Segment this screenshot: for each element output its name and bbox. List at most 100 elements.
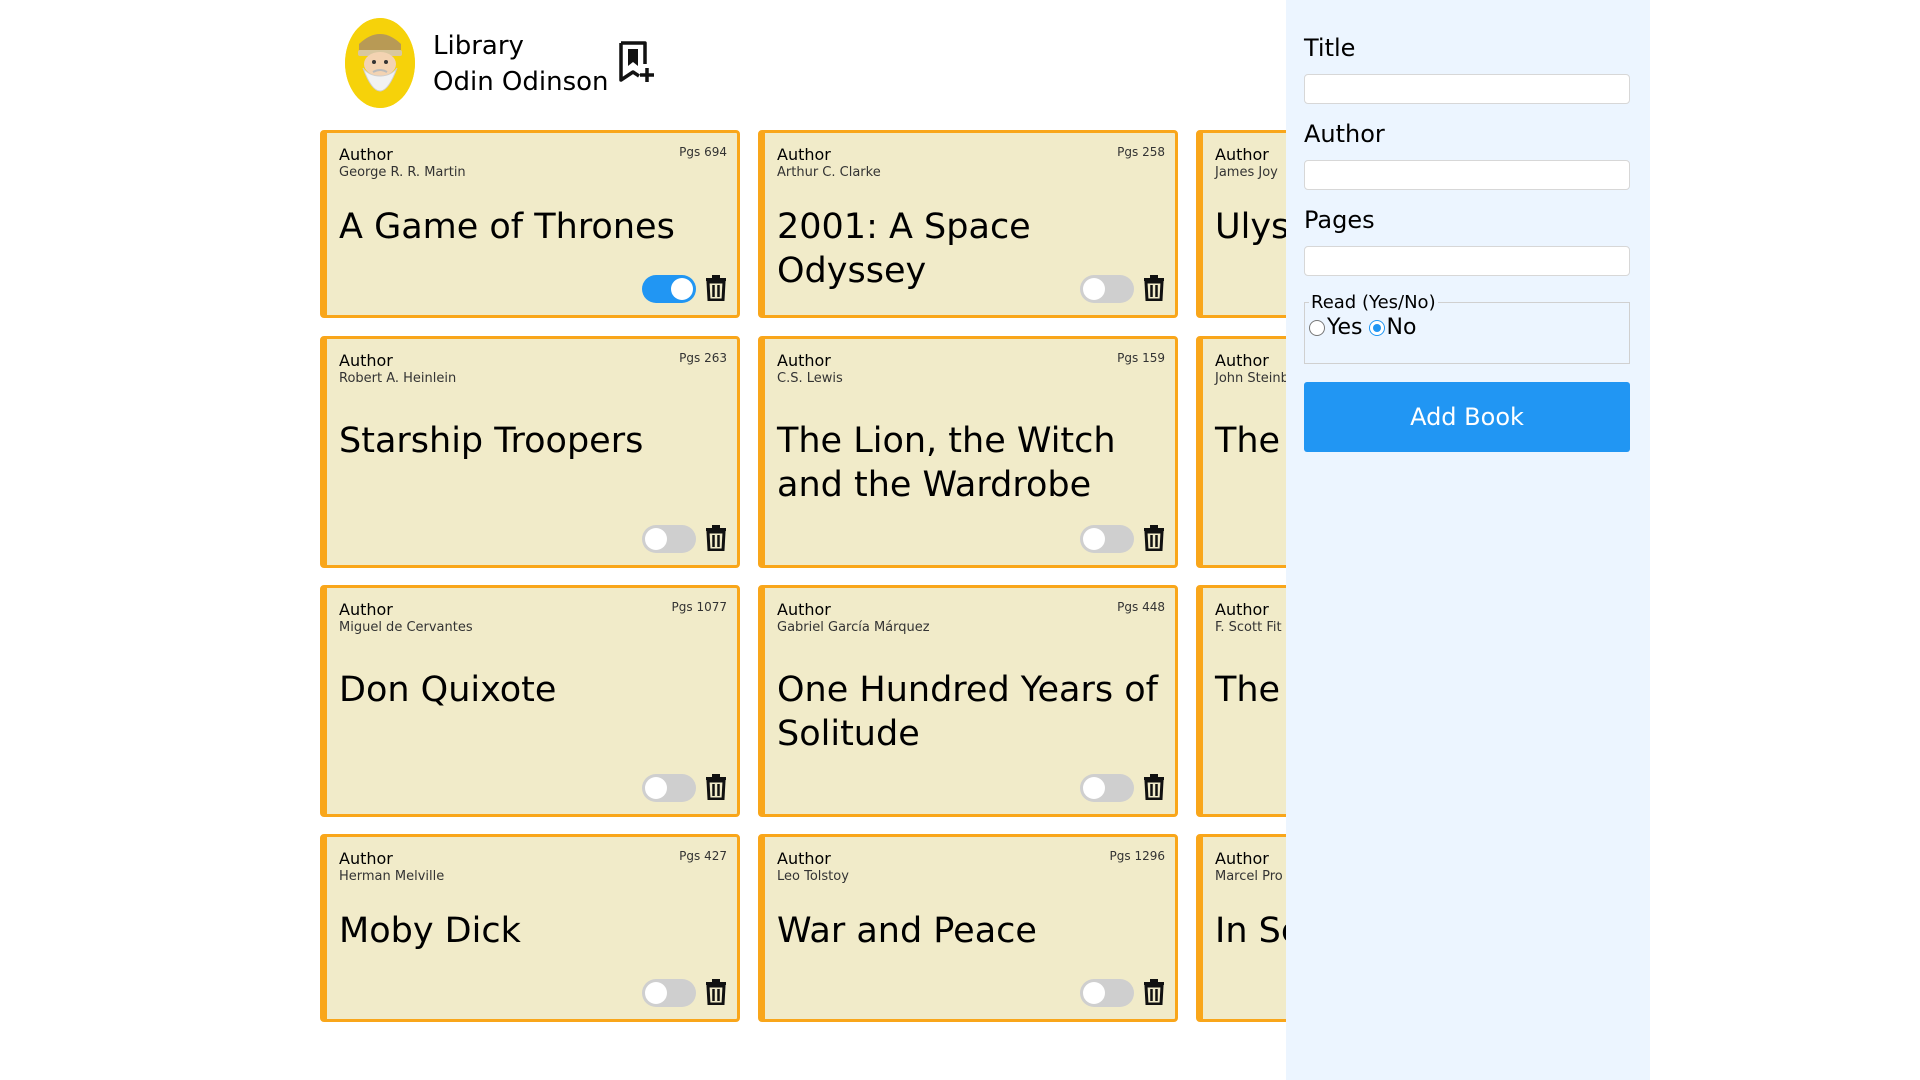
- book-card: Author John Steinb The: [1196, 336, 1286, 568]
- read-toggle[interactable]: [1080, 525, 1134, 553]
- book-title: Starship Troopers: [339, 421, 644, 461]
- author-name: Marcel Pro: [1215, 869, 1283, 884]
- page-count: Pgs 258: [1117, 145, 1165, 159]
- pages-input[interactable]: [1304, 246, 1630, 276]
- author-label: Author: [777, 351, 831, 370]
- book-card: Author F. Scott Fit The: [1196, 585, 1286, 817]
- book-grid: Author George R. R. Martin Pgs 694 A Game o…: [0, 0, 1286, 1080]
- read-legend: Read (Yes/No): [1311, 292, 1436, 313]
- read-no-label[interactable]: No: [1387, 315, 1417, 340]
- add-book-button[interactable]: Add Book: [1304, 382, 1630, 452]
- author-name: George R. R. Martin: [339, 165, 466, 180]
- toggle-knob: [1083, 982, 1105, 1004]
- delete-button[interactable]: [1143, 275, 1165, 302]
- trash-icon: [706, 774, 726, 801]
- trash-icon: [1144, 275, 1164, 302]
- delete-button[interactable]: [705, 525, 727, 552]
- page-count: Pgs 427: [679, 849, 727, 863]
- book-card: Author C.S. Lewis Pgs 159 The Lion, the Wit…: [758, 336, 1178, 568]
- book-title: In Se: [1215, 911, 1286, 951]
- read-fieldset: Read (Yes/No) Yes No: [1304, 292, 1630, 364]
- trash-icon: [706, 979, 726, 1006]
- read-no-radio[interactable]: [1368, 319, 1385, 336]
- author-label: Author: [777, 849, 831, 868]
- page-count: Pgs 263: [679, 351, 727, 365]
- book-card: Author George R. R. Martin Pgs 694 A Game o…: [320, 130, 740, 318]
- page-count: Pgs 1077: [671, 600, 727, 614]
- page-count: Pgs 1296: [1109, 849, 1165, 863]
- author-label: Author: [339, 600, 393, 619]
- trash-icon: [1144, 525, 1164, 552]
- delete-button[interactable]: [1143, 774, 1165, 801]
- book-title: The: [1215, 421, 1281, 461]
- read-toggle[interactable]: [642, 275, 696, 303]
- book-title: Don Quixote: [339, 670, 557, 710]
- author-input[interactable]: [1304, 160, 1630, 190]
- read-toggle[interactable]: [1080, 774, 1134, 802]
- author-name: Arthur C. Clarke: [777, 165, 881, 180]
- book-title: The Lion, the Witch and the Wardrobe: [777, 421, 1116, 505]
- author-label: Author: [339, 351, 393, 370]
- read-toggle[interactable]: [1080, 275, 1134, 303]
- page-count: Pgs 448: [1117, 600, 1165, 614]
- author-name: James Joy: [1215, 165, 1278, 180]
- book-title: One Hundred Years of Solitude: [777, 670, 1158, 754]
- title-label: Title: [1304, 34, 1356, 62]
- delete-button[interactable]: [1143, 525, 1165, 552]
- page-count: Pgs 159: [1117, 351, 1165, 365]
- book-title: The: [1215, 670, 1281, 710]
- read-toggle[interactable]: [642, 525, 696, 553]
- book-title: Moby Dick: [339, 911, 521, 951]
- book-card: Author Arthur C. Clarke Pgs 258 2001: A Spa…: [758, 130, 1178, 318]
- author-label: Author: [339, 145, 393, 164]
- toggle-knob: [1083, 528, 1105, 550]
- author-label: Author: [777, 600, 831, 619]
- author-name: C.S. Lewis: [777, 371, 843, 386]
- pages-label: Pages: [1304, 206, 1375, 234]
- toggle-knob: [1083, 777, 1105, 799]
- book-card: Author Leo Tolstoy Pgs 1296 War and Peace: [758, 834, 1178, 1022]
- delete-button[interactable]: [705, 979, 727, 1006]
- book-title: War and Peace: [777, 911, 1037, 951]
- author-label: Author: [1215, 849, 1269, 868]
- add-book-form: Title Author Pages Read (Yes/No) Yes No …: [1286, 0, 1650, 1080]
- book-card: Author Miguel de Cervantes Pgs 1077 Don Qui…: [320, 585, 740, 817]
- author-name: John Steinb: [1215, 371, 1286, 386]
- author-name: Robert A. Heinlein: [339, 371, 457, 386]
- author-label: Author: [1215, 145, 1269, 164]
- author-label: Author: [1215, 351, 1269, 370]
- read-toggle[interactable]: [642, 979, 696, 1007]
- trash-icon: [1144, 774, 1164, 801]
- toggle-knob: [645, 982, 667, 1004]
- author-name: Gabriel García Márquez: [777, 620, 930, 635]
- book-card: Author Robert A. Heinlein Pgs 263 Starship …: [320, 336, 740, 568]
- author-name: F. Scott Fit: [1215, 620, 1282, 635]
- read-toggle[interactable]: [1080, 979, 1134, 1007]
- delete-button[interactable]: [705, 774, 727, 801]
- book-title: Ulys: [1215, 207, 1286, 247]
- read-options: Yes No: [1309, 315, 1625, 340]
- author-label: Author: [339, 849, 393, 868]
- delete-button[interactable]: [705, 275, 727, 302]
- book-card: AuthorMarcel Pro In Se: [1196, 834, 1286, 1022]
- toggle-knob: [645, 777, 667, 799]
- book-card: Author James Joy Ulys: [1196, 130, 1286, 318]
- read-yes-label[interactable]: Yes: [1327, 315, 1363, 340]
- trash-icon: [1144, 979, 1164, 1006]
- author-label: Author: [1215, 600, 1269, 619]
- author-name: Herman Melville: [339, 869, 445, 884]
- trash-icon: [706, 275, 726, 302]
- toggle-knob: [671, 278, 693, 300]
- book-card: Author Gabriel García Márquez Pgs 448 One H…: [758, 585, 1178, 817]
- author-name: Leo Tolstoy: [777, 869, 849, 884]
- page-count: Pgs 694: [679, 145, 727, 159]
- author-label: Author: [777, 145, 831, 164]
- book-title: A Game of Thrones: [339, 207, 675, 247]
- delete-button[interactable]: [1143, 979, 1165, 1006]
- toggle-knob: [645, 528, 667, 550]
- read-yes-radio[interactable]: [1309, 319, 1325, 336]
- title-input[interactable]: [1304, 74, 1630, 104]
- read-toggle[interactable]: [642, 774, 696, 802]
- trash-icon: [706, 525, 726, 552]
- book-card: Author Herman Melville Pgs 427 Moby Dick: [320, 834, 740, 1022]
